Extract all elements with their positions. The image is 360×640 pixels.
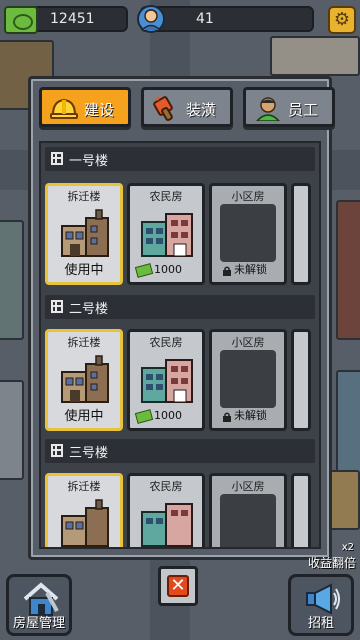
cash-value: 12451 <box>50 11 95 27</box>
building-grid-icon <box>51 444 63 457</box>
house-card-demolition[interactable]: 拆迁楼 使用中 <box>45 329 123 431</box>
demolition-house-icon <box>61 499 109 547</box>
house-card-farmhouse[interactable]: 农民房 <box>127 473 205 547</box>
staff-counter: 41 <box>140 6 314 32</box>
section-title: 三号楼 <box>69 446 109 461</box>
house-price: 1000 <box>154 263 182 276</box>
gear-icon: ⚙ <box>333 9 351 30</box>
section-title: 二号楼 <box>69 302 109 317</box>
house-name: 农民房 <box>149 190 183 203</box>
house-card-apartment[interactable]: 小区房 未解锁 <box>209 183 287 285</box>
paint-brush-icon <box>153 96 173 121</box>
section-title: 一号楼 <box>69 154 109 169</box>
locked-house-silhouette <box>220 350 276 408</box>
locked-house-silhouette <box>220 494 276 547</box>
tab-build[interactable]: 建设 <box>39 87 131 127</box>
building-grid-icon <box>51 300 63 313</box>
locked-house-silhouette <box>220 204 276 262</box>
house-card-apartment[interactable]: 小区房 <box>209 473 287 547</box>
house-management-button[interactable]: 房屋管理 <box>6 574 72 636</box>
demolition-house-icon <box>61 209 109 257</box>
close-panel-button[interactable]: ✕ <box>158 566 198 606</box>
farmhouse-icon <box>141 503 193 547</box>
cash-icon <box>134 263 154 278</box>
top-bar: 12451 41 ⚙ <box>4 4 356 34</box>
farmhouse-icon <box>141 213 193 257</box>
double-income-label[interactable]: 收益翻倍 <box>308 554 356 571</box>
house-card-partial[interactable] <box>291 183 311 285</box>
staff-value: 41 <box>196 11 214 27</box>
section-header-building-1: 一号楼 <box>45 147 315 171</box>
build-panel: 建设 装潢 员工 一号楼 拆迁楼 使用中 农民房 1000 小区房 未解锁 二号… <box>28 76 335 560</box>
building-list[interactable]: 一号楼 拆迁楼 使用中 农民房 1000 小区房 未解锁 二号楼 拆迁楼 使用中… <box>39 141 321 549</box>
locked-label: 未解锁 <box>234 263 267 276</box>
in-use-status: 使用中 <box>64 263 104 278</box>
house-name: 小区房 <box>231 190 265 203</box>
close-icon: ✕ <box>167 575 189 597</box>
cash-counter: 12451 <box>4 6 128 34</box>
boost-multiplier: x2 <box>341 542 354 553</box>
worker-icon <box>255 97 281 121</box>
staff-avatar-icon <box>137 5 165 33</box>
lock-icon <box>223 266 231 276</box>
house-price: 1000 <box>154 409 182 422</box>
house-card-apartment[interactable]: 小区房 未解锁 <box>209 329 287 431</box>
recruit-tenant-button[interactable]: 招租 <box>288 574 354 636</box>
farmhouse-icon <box>141 359 193 403</box>
category-tabs: 建设 装潢 员工 <box>39 87 335 131</box>
cash-icon <box>4 6 38 34</box>
house-name: 农民房 <box>149 336 183 349</box>
recruit-label: 招租 <box>307 616 334 631</box>
house-name: 拆迁楼 <box>67 336 101 349</box>
tab-build-label: 建设 <box>84 101 115 119</box>
house-card-farmhouse[interactable]: 农民房 1000 <box>127 183 205 285</box>
section-header-building-2: 二号楼 <box>45 295 315 319</box>
lock-icon <box>223 412 231 422</box>
house-management-label: 房屋管理 <box>12 616 65 631</box>
cash-icon <box>134 409 154 424</box>
house-card-demolition[interactable]: 拆迁楼 <box>45 473 123 547</box>
building-grid-icon <box>51 152 63 165</box>
house-card-partial[interactable] <box>291 329 311 431</box>
house-name: 小区房 <box>231 336 265 349</box>
house-name: 拆迁楼 <box>67 190 101 203</box>
house-card-demolition[interactable]: 拆迁楼 使用中 <box>45 183 123 285</box>
house-name: 农民房 <box>149 480 183 493</box>
tab-decor[interactable]: 装潢 <box>141 87 233 127</box>
house-name: 小区房 <box>231 480 265 493</box>
section-header-building-3: 三号楼 <box>45 439 315 463</box>
settings-gear-button[interactable]: ⚙ <box>328 6 356 34</box>
demolition-house-icon <box>61 355 109 403</box>
tab-staff[interactable]: 员工 <box>243 87 335 127</box>
tab-decor-label: 装潢 <box>186 101 217 119</box>
in-use-status: 使用中 <box>64 409 104 424</box>
house-card-farmhouse[interactable]: 农民房 1000 <box>127 329 205 431</box>
locked-label: 未解锁 <box>234 409 267 422</box>
house-name: 拆迁楼 <box>67 480 101 493</box>
house-card-partial[interactable] <box>291 473 311 547</box>
tab-staff-label: 员工 <box>288 101 319 119</box>
hardhat-icon <box>50 98 78 119</box>
